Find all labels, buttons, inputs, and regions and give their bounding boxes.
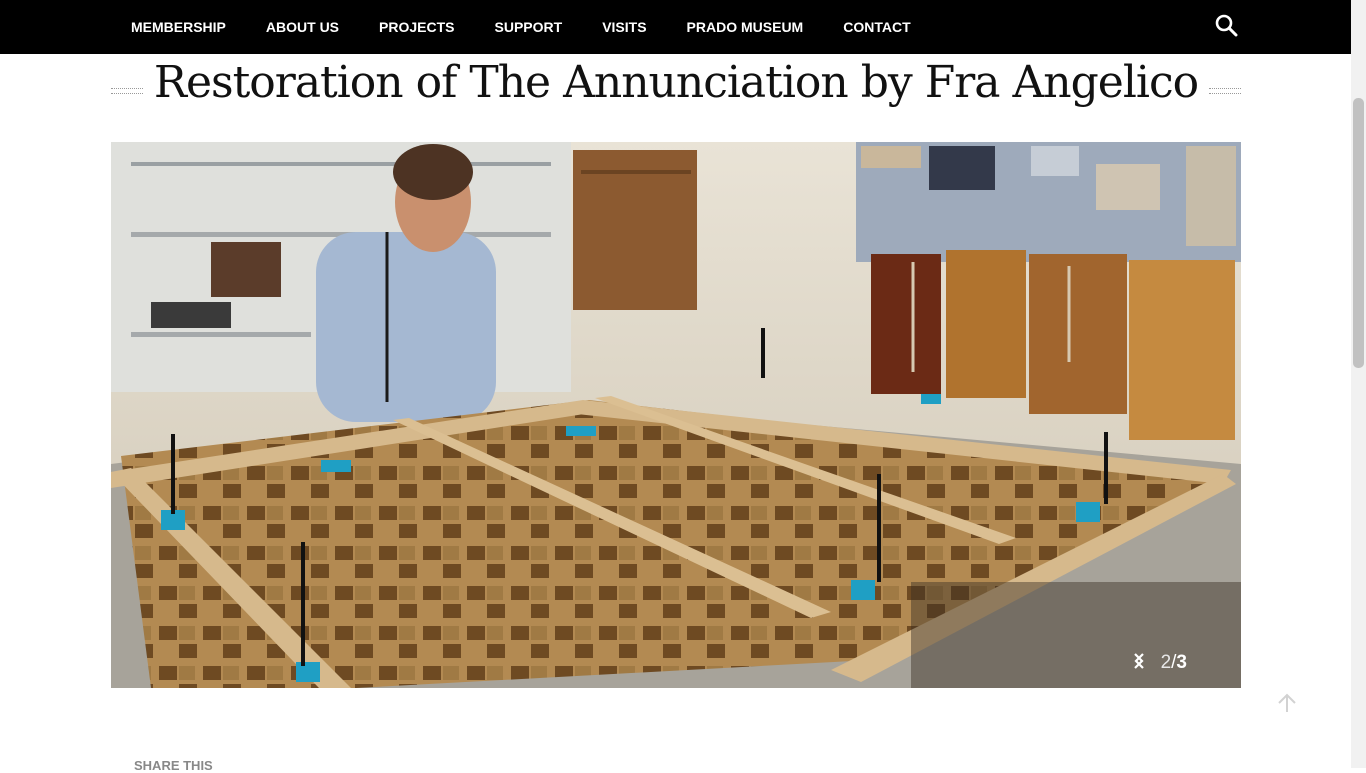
page-title: Restoration of The Annunciation by Fra A… bbox=[153, 57, 1199, 108]
title-row: Restoration of The Annunciation by Fra A… bbox=[111, 54, 1241, 124]
nav-contact[interactable]: CONTACT bbox=[843, 19, 910, 35]
nav-projects[interactable]: PROJECTS bbox=[379, 19, 454, 35]
nav-support[interactable]: SUPPORT bbox=[495, 19, 563, 35]
slide-current: 2 bbox=[1160, 652, 1172, 673]
scrollbar-thumb[interactable] bbox=[1353, 98, 1364, 368]
nav-prado-museum[interactable]: PRADO MUSEUM bbox=[687, 19, 804, 35]
top-navigation-bar: MEMBERSHIP ABOUT US PROJECTS SUPPORT VIS… bbox=[0, 0, 1351, 54]
nav-visits[interactable]: VISITS bbox=[602, 19, 646, 35]
nav-about-us[interactable]: ABOUT US bbox=[266, 19, 339, 35]
slide-counter: 2/3 bbox=[1161, 652, 1187, 674]
share-heading: SHARE THIS bbox=[134, 758, 213, 773]
nav-membership[interactable]: MEMBERSHIP bbox=[131, 19, 226, 35]
chevron-right-icon[interactable] bbox=[1133, 652, 1215, 674]
main-nav: MEMBERSHIP ABOUT US PROJECTS SUPPORT VIS… bbox=[131, 0, 951, 54]
slide-photo bbox=[111, 142, 1241, 688]
title-rule-right bbox=[1209, 88, 1241, 94]
search-icon[interactable] bbox=[1214, 13, 1238, 37]
arrow-up-icon[interactable] bbox=[1276, 692, 1298, 714]
image-slider[interactable]: 2/3 bbox=[111, 142, 1241, 688]
slider-pager: 2/3 bbox=[1133, 652, 1215, 674]
slide-total: 3 bbox=[1176, 652, 1187, 673]
